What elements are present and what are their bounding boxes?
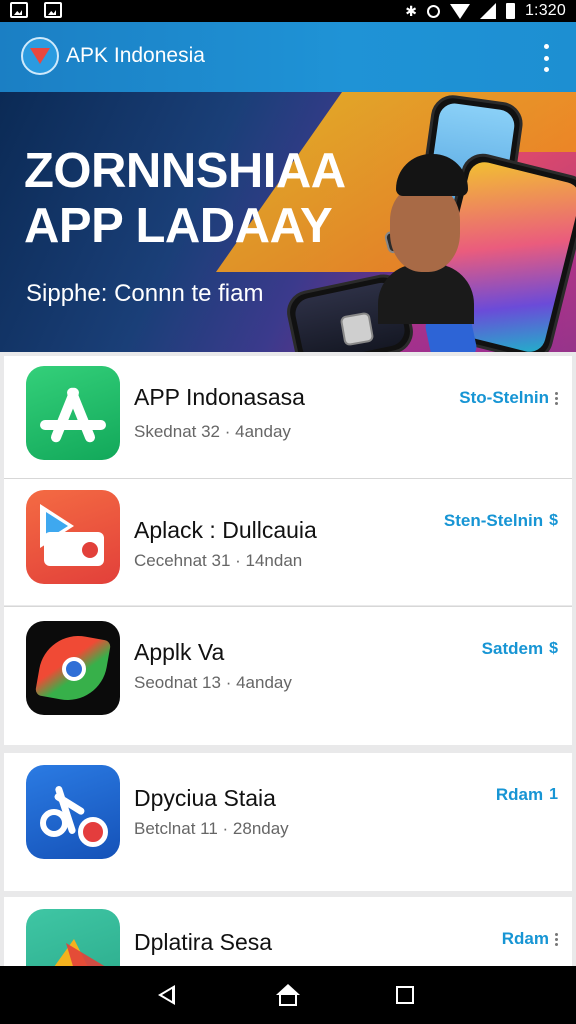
blue-music-icon: [26, 765, 120, 859]
apk-logo-icon: [21, 37, 59, 75]
list-item[interactable]: APP Indonasasa Skednat 32 · 4anday Sto-S…: [4, 356, 572, 478]
green-a-icon: [26, 366, 120, 460]
battery-icon: [505, 3, 515, 19]
gallery-notification-icon: [10, 2, 28, 18]
install-button[interactable]: Rdam 1: [496, 785, 558, 805]
install-button[interactable]: Sten-Stelnin $: [444, 511, 558, 531]
banner-subtitle: Sipphe: Connn te fiam: [26, 280, 264, 307]
app-name: APP Indonasasa: [134, 384, 305, 410]
install-button[interactable]: Sto-Stelnin: [459, 388, 558, 408]
app-name: Aplack : Dullcauia: [134, 517, 317, 543]
cell-signal-icon: [479, 3, 496, 19]
list-item[interactable]: Dpyciua Staia Betclnat 11 · 28nday Rdam …: [4, 753, 572, 891]
bluetooth-icon: ✱: [405, 2, 417, 19]
list-item[interactable]: Aplack : Dullcauia Cecehnat 31 · 14ndan …: [4, 479, 572, 605]
status-bar: ✱ 1:320: [0, 0, 576, 22]
promo-banner[interactable]: ZORNNSHIAA APP LADAAY Sipphe: Connn te f…: [0, 92, 576, 352]
home-icon[interactable]: [276, 984, 300, 1006]
app-title: APK Indonesia: [66, 44, 205, 67]
image-notification-icon: [44, 2, 62, 18]
list-item[interactable]: Dplatira Sesa Rdam: [4, 897, 572, 1003]
play-store-icon: [26, 490, 120, 584]
status-time: 1:320: [524, 2, 566, 19]
recents-icon[interactable]: [396, 986, 414, 1004]
app-meta: Skednat 32 · 4anday: [134, 422, 291, 441]
app-name: Dpyciua Staia: [134, 785, 276, 811]
app-meta: Seodnat 13 · 4anday: [134, 673, 292, 692]
app-name: Dplatira Sesa: [134, 929, 273, 955]
app-tile-icon: [339, 311, 375, 347]
download-icon[interactable]: $: [549, 640, 558, 658]
banner-headline: ZORNNSHIAA APP LADAAY: [24, 144, 346, 253]
install-button[interactable]: Rdam: [502, 929, 558, 949]
list-item[interactable]: Applk Va Seodnat 13 · 4anday Satdem $: [4, 607, 572, 745]
overflow-menu-icon[interactable]: [536, 44, 556, 72]
more-options-icon[interactable]: [555, 391, 558, 405]
more-options-icon[interactable]: [555, 932, 558, 946]
navigation-bar: [0, 966, 576, 1024]
wifi-icon: [449, 3, 470, 19]
chrome-leaf-icon: [26, 621, 120, 715]
badge-icon[interactable]: 1: [549, 786, 558, 804]
app-meta: Betclnat 11 · 28nday: [134, 819, 289, 838]
person-illustration: [378, 154, 474, 324]
download-icon[interactable]: $: [549, 512, 558, 530]
back-icon[interactable]: [158, 985, 175, 1005]
app-meta: Cecehnat 31 · 14ndan: [134, 551, 303, 570]
install-button[interactable]: Satdem $: [482, 639, 558, 659]
app-name: Applk Va: [134, 639, 225, 665]
alarm-icon: [426, 4, 440, 18]
app-bar: APK Indonesia: [0, 22, 576, 92]
